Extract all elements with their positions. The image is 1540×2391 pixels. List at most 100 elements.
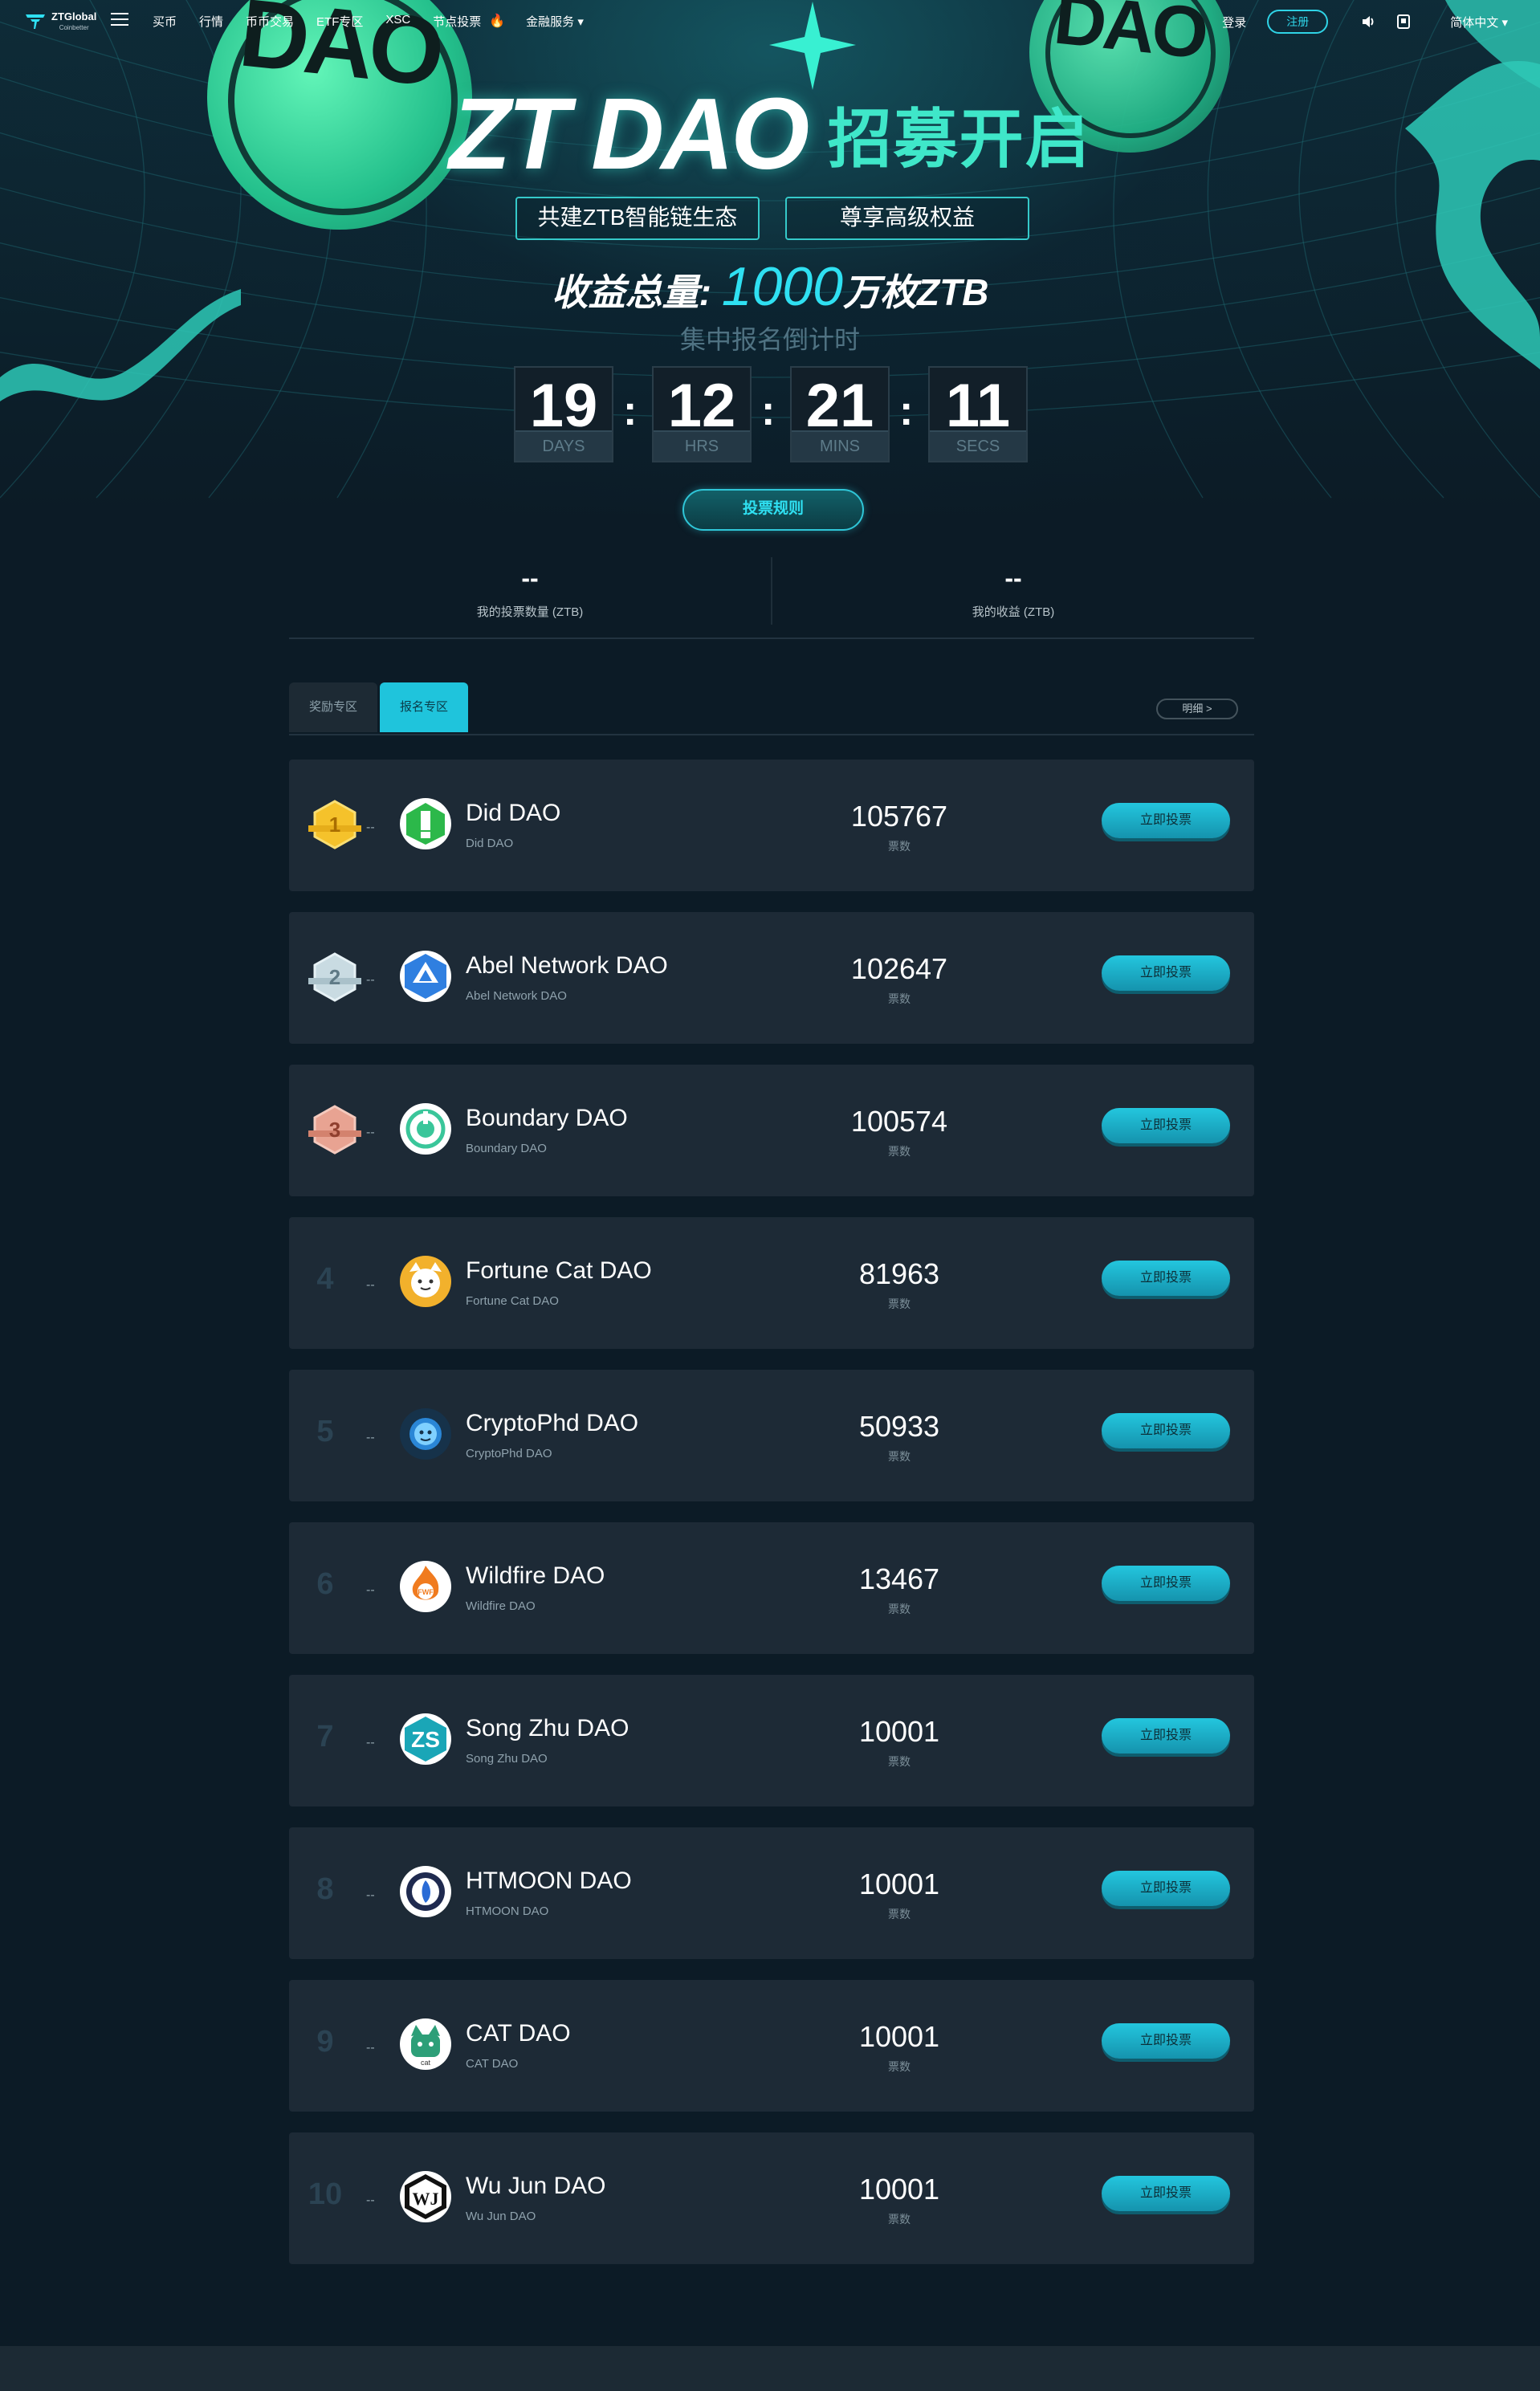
dao-subname: Fortune Cat DAO	[466, 1294, 559, 1308]
nav-link-buy-coin[interactable]: 买币	[153, 13, 177, 30]
did-dao-logo-icon	[400, 798, 451, 849]
dao-name: CryptoPhd DAO	[466, 1410, 639, 1436]
dao-subname: CAT DAO	[466, 2057, 519, 2071]
voting-rules-button[interactable]: 投票规则	[682, 489, 864, 531]
my-votes-label: 我的投票数量 (ZTB)	[476, 605, 584, 619]
nav-link-node-voting[interactable]: 节点投票	[433, 13, 481, 30]
rank-number: 7	[316, 1720, 334, 1754]
hero-title-en: ZT DAO	[449, 77, 809, 190]
language-selector[interactable]: 简体中文 ▾	[1450, 14, 1508, 31]
vote-count: 10001	[858, 1868, 940, 1900]
dao-subname: Wildfire DAO	[466, 1599, 536, 1613]
countdown-separator: :	[761, 388, 776, 434]
gold-medal-icon: 1	[308, 800, 361, 849]
nav-link-etf[interactable]: ETF专区	[316, 13, 363, 30]
vote-count-label: 票数	[888, 2213, 911, 2226]
table-row: 3 -- Boundary DAO Boundary DAO 100574 票数…	[289, 1065, 1254, 1196]
htmoon-logo-icon	[400, 1866, 451, 1917]
vote-count-label: 票数	[888, 2060, 911, 2073]
chevron-down-icon: ▾	[577, 15, 584, 29]
fire-icon: 🔥	[489, 14, 506, 28]
details-button[interactable]: 明细 >	[1156, 699, 1238, 719]
vote-now-button[interactable]: 立即投票	[1102, 1413, 1230, 1448]
tab-reward-zone[interactable]: 奖励专区	[289, 682, 377, 732]
speaker-icon[interactable]	[1360, 14, 1376, 30]
table-row: 2 -- Abel Network DAO Abel Network DAO 1…	[289, 912, 1254, 1044]
download-app-icon[interactable]	[1395, 14, 1412, 30]
silver-medal-icon: 2	[308, 952, 361, 1002]
vote-count: 50933	[858, 1410, 940, 1443]
dao-name: Wildfire DAO	[466, 1562, 605, 1589]
dao-name: Song Zhu DAO	[466, 1715, 629, 1741]
top-nav: ZTGlobal Coinbetter 买币 行情 币币交易 ETF专区 XSC…	[0, 0, 1540, 43]
nav-links: 买币 行情 币币交易 ETF专区 XSC 节点投票 🔥 金融服务 ▾	[153, 13, 606, 30]
cat-dao-logo-icon: cat	[400, 2018, 451, 2070]
boundary-logo-icon	[400, 1103, 451, 1155]
vote-now-button[interactable]: 立即投票	[1102, 1566, 1230, 1601]
countdown-separator: :	[899, 388, 914, 434]
dao-name: Fortune Cat DAO	[466, 1257, 652, 1284]
vote-now-button[interactable]: 立即投票	[1102, 1871, 1230, 1906]
svg-text:WJ: WJ	[413, 2189, 439, 2209]
vote-count: 13467	[858, 1562, 940, 1595]
table-row: 7 -- ZS Song Zhu DAO Song Zhu DAO 10001 …	[289, 1675, 1254, 1806]
hero-title: ZT DAO 招募开启	[0, 75, 1540, 192]
svg-text:ZS: ZS	[411, 1727, 440, 1752]
dao-subname: HTMOON DAO	[466, 1904, 549, 1918]
zone-tabs: 奖励专区 报名专区 明细 >	[289, 682, 1254, 735]
nav-link-xsc[interactable]: XSC	[385, 13, 410, 30]
svg-text:cat: cat	[421, 2059, 431, 2067]
vote-count-label: 票数	[888, 1450, 911, 1463]
logo[interactable]: ZTGlobal Coinbetter	[24, 10, 96, 31]
vote-now-button[interactable]: 立即投票	[1102, 955, 1230, 991]
vote-now-button[interactable]: 立即投票	[1102, 1261, 1230, 1296]
vote-count-label: 票数	[888, 1603, 911, 1615]
ztglobal-logo-icon	[26, 14, 45, 29]
countdown-days: 19 DAYS	[514, 366, 613, 462]
tag-premium-benefits: 尊享高级权益	[785, 197, 1029, 240]
login-link[interactable]: 登录	[1222, 14, 1246, 31]
total-rewards-value: 1000	[721, 256, 843, 317]
dao-subname: Wu Jun DAO	[466, 2210, 536, 2223]
my-votes-value: --	[521, 564, 539, 593]
dao-subname: Did DAO	[466, 837, 514, 850]
chevron-down-icon: ▾	[1501, 15, 1508, 30]
table-row: 1 -- Did DAO Did DAO 105767 票数 立即投票	[289, 760, 1254, 891]
svg-text:1: 1	[329, 813, 340, 837]
my-income-stat: -- 我的收益 (ZTB)	[772, 564, 1254, 620]
vote-now-button[interactable]: 立即投票	[1102, 2023, 1230, 2059]
vote-now-button[interactable]: 立即投票	[1102, 1108, 1230, 1143]
rank-number: 4	[316, 1262, 334, 1296]
vote-count-label: 票数	[888, 1297, 911, 1310]
svg-text:FWF: FWF	[418, 1588, 434, 1596]
vote-count-label: 票数	[888, 1755, 911, 1768]
hero-title-cn: 招募开启	[827, 103, 1091, 175]
countdown-seconds: 11 SECS	[928, 366, 1028, 462]
rank-number: 6	[316, 1567, 334, 1601]
vote-now-button[interactable]: 立即投票	[1102, 803, 1230, 838]
nav-link-market[interactable]: 行情	[199, 13, 223, 30]
hamburger-menu-icon[interactable]	[111, 13, 128, 27]
dao-name: Boundary DAO	[466, 1105, 628, 1131]
vote-now-button[interactable]: 立即投票	[1102, 1718, 1230, 1754]
register-button[interactable]: 注册	[1267, 10, 1329, 34]
bronze-medal-icon: 3	[308, 1105, 361, 1155]
vote-count-label: 票数	[888, 1908, 911, 1921]
dao-name: Wu Jun DAO	[466, 2173, 606, 2199]
rank-number: 9	[316, 2025, 334, 2059]
vote-count: 105767	[850, 800, 948, 833]
nav-link-spot-trading[interactable]: 币币交易	[246, 13, 294, 30]
rank-number: 8	[316, 1872, 334, 1906]
vote-count-label: 票数	[888, 992, 911, 1005]
nav-right: 登录 注册 简体中文 ▾	[1222, 10, 1508, 34]
vote-count: 10001	[858, 2020, 940, 2053]
countdown-label: 集中报名倒计时	[679, 325, 860, 354]
nav-link-finance[interactable]: 金融服务 ▾	[526, 13, 584, 30]
tab-registration-zone[interactable]: 报名专区	[380, 682, 468, 732]
svg-text:3: 3	[329, 1118, 340, 1142]
my-votes-stat: -- 我的投票数量 (ZTB)	[289, 564, 771, 620]
total-rewards: 收益总量: 1000万枚ZTB	[551, 256, 989, 317]
vote-now-button[interactable]: 立即投票	[1102, 2176, 1230, 2211]
vote-count: 10001	[858, 1715, 940, 1748]
table-row: 5 -- CryptoPhd DAO CryptoPhd DAO 50933 票…	[289, 1370, 1254, 1501]
